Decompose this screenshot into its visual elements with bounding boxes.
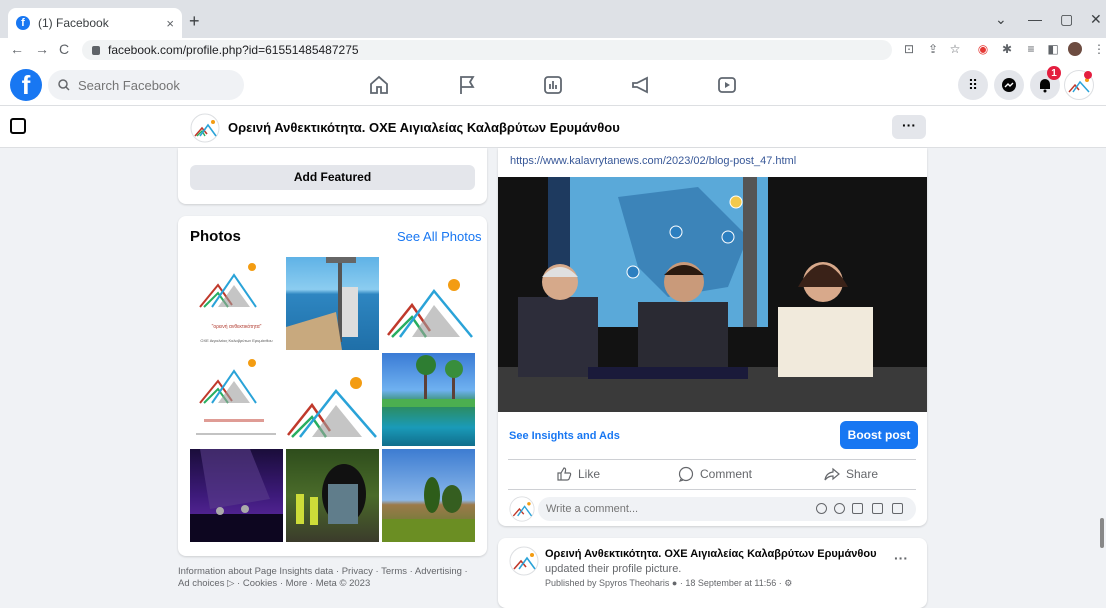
post2-more-button[interactable]: ···: [894, 550, 908, 566]
sidebar-toggle-icon[interactable]: [10, 118, 26, 134]
comment-input[interactable]: [546, 503, 806, 515]
logo-subcaption: ΟΧΕ Αιγιαλείας Καλαβρύτων Ερυμάνθου: [200, 338, 273, 343]
divider: [508, 489, 916, 490]
search-input[interactable]: [78, 77, 228, 93]
photo-thumbnail-landscape[interactable]: [382, 449, 475, 542]
share-button[interactable]: Share: [824, 466, 878, 482]
add-featured-button[interactable]: Add Featured: [190, 165, 475, 190]
photo-thumbnail-logo-2[interactable]: [286, 353, 379, 446]
share-arrow-icon: [824, 467, 840, 481]
account-dot-badge: [1084, 71, 1092, 79]
lock-icon: [92, 45, 100, 55]
extension-record-icon[interactable]: ◉: [976, 42, 990, 56]
commenter-avatar: [509, 496, 535, 522]
tab-close-icon[interactable]: ×: [166, 16, 174, 31]
avatar-sticker-icon[interactable]: [816, 503, 827, 514]
reading-list-icon[interactable]: ≡: [1024, 42, 1038, 56]
globe-icon: ⚙: [784, 578, 793, 588]
insights-icon[interactable]: [542, 74, 564, 96]
page-title[interactable]: Ορεινή Ανθεκτικότητα. ΟΧΕ Αιγιαλείας Καλ…: [228, 120, 620, 135]
restore-icon[interactable]: ▢: [1060, 11, 1073, 28]
camera-icon[interactable]: [852, 503, 863, 514]
sticker-icon[interactable]: [892, 503, 903, 514]
messenger-icon[interactable]: [994, 70, 1024, 100]
page-footer-links[interactable]: Information about Page Insights data · P…: [178, 566, 478, 590]
home-icon[interactable]: [368, 74, 390, 96]
browser-menu-icon[interactable]: ⋮: [1092, 42, 1106, 56]
photo-thumbnail-train-tunnel[interactable]: [286, 449, 379, 542]
comment-label: Comment: [700, 467, 753, 481]
extensions-puzzle-icon[interactable]: ✱: [1000, 42, 1014, 56]
post2-action: updated their profile picture.: [545, 563, 682, 575]
facebook-favicon-icon: f: [16, 16, 30, 30]
post2-author[interactable]: Ορεινή Ανθεκτικότητα. ΟΧΕ Αιγιαλείας Καλ…: [545, 548, 877, 560]
bookmark-star-icon[interactable]: ☆: [948, 42, 962, 56]
facebook-logo[interactable]: f: [10, 69, 42, 101]
divider: [508, 459, 916, 460]
info-icon[interactable]: ●: [672, 578, 677, 588]
browser-tab[interactable]: f (1) Facebook ×: [8, 8, 182, 38]
reload-button[interactable]: C: [59, 41, 69, 57]
tab-title: (1) Facebook: [38, 16, 109, 30]
photo-thumbnail-logo-captioned-2[interactable]: [190, 353, 283, 446]
minimize-icon[interactable]: —: [1028, 11, 1042, 27]
profile-avatar-icon[interactable]: [1068, 42, 1082, 56]
like-button[interactable]: Like: [556, 466, 600, 482]
tab-search-chevron-icon[interactable]: ⌄: [995, 11, 1007, 28]
see-insights-link[interactable]: See Insights and Ads: [509, 430, 620, 442]
back-button[interactable]: ←: [10, 41, 24, 57]
comment-button[interactable]: Comment: [678, 466, 752, 482]
share-label: Share: [846, 467, 879, 481]
photo-thumbnail-logo[interactable]: [382, 257, 475, 350]
photo-thumbnail-beach-ramp[interactable]: [286, 257, 379, 350]
boost-post-button[interactable]: Boost post: [840, 421, 918, 449]
url-bar[interactable]: facebook.com/profile.php?id=615514854872…: [82, 40, 892, 60]
logo-caption: "ορεινή ανθεκτικότητα": [211, 324, 262, 330]
forward-button[interactable]: →: [35, 41, 49, 57]
share-icon[interactable]: ⇪: [926, 42, 940, 56]
page-more-button[interactable]: ···: [892, 115, 926, 139]
pages-flag-icon[interactable]: [456, 74, 478, 96]
side-panel-icon[interactable]: ◧: [1046, 42, 1060, 56]
post2-meta: Published by Spyros Theoharis ● · 18 Sep…: [545, 578, 792, 589]
gif-icon[interactable]: [872, 503, 883, 514]
facebook-search[interactable]: [48, 70, 244, 100]
photo-thumbnail-concert[interactable]: [190, 449, 283, 542]
emoji-icon[interactable]: [834, 503, 845, 514]
new-tab-button[interactable]: +: [189, 11, 200, 32]
page-avatar[interactable]: [190, 113, 220, 143]
photos-heading: Photos: [190, 228, 241, 245]
like-label: Like: [578, 467, 601, 481]
post2-avatar[interactable]: [509, 546, 539, 576]
comment-bubble-icon: [678, 466, 694, 482]
url-text: facebook.com/profile.php?id=615514854872…: [108, 43, 359, 57]
scrollbar-thumb[interactable]: [1100, 518, 1104, 548]
photo-thumbnail-logo-captioned[interactable]: [190, 257, 283, 350]
photo-thumbnail-resort-pool[interactable]: [382, 353, 475, 446]
install-app-icon[interactable]: ⊡: [902, 42, 916, 56]
like-thumb-icon: [557, 467, 572, 481]
notification-badge: 1: [1047, 66, 1061, 80]
ad-center-megaphone-icon[interactable]: [630, 74, 652, 96]
menu-grid-icon[interactable]: ⠿: [958, 70, 988, 100]
post2-date[interactable]: · 18 September at 11:56 ·: [680, 578, 782, 588]
search-icon: [58, 79, 70, 91]
post-image-press-conference[interactable]: [498, 177, 927, 412]
post-link[interactable]: https://www.kalavrytanews.com/2023/02/bl…: [510, 155, 796, 167]
see-all-photos-link[interactable]: See All Photos: [397, 229, 482, 244]
watch-video-icon[interactable]: [716, 74, 738, 96]
close-window-icon[interactable]: ✕: [1090, 11, 1102, 28]
post2-publisher[interactable]: Published by Spyros Theoharis: [545, 578, 669, 588]
